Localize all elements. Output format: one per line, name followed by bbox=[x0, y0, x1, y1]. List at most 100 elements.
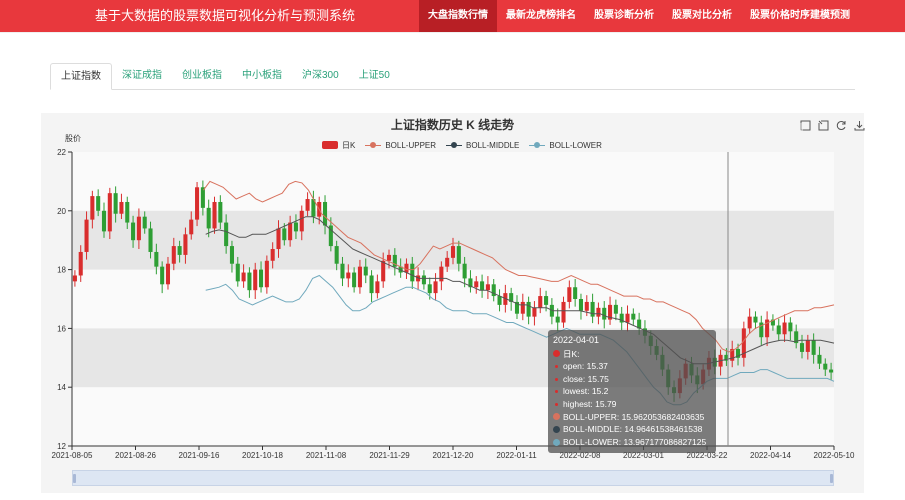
candle-body bbox=[119, 201, 124, 214]
candle-body bbox=[811, 340, 816, 355]
candle-body bbox=[264, 260, 269, 288]
candle-body bbox=[456, 246, 461, 264]
candle-body bbox=[171, 246, 176, 264]
candle-body bbox=[421, 275, 426, 285]
candle-body bbox=[410, 263, 415, 282]
x-tick-label: 2021-08-26 bbox=[115, 451, 156, 460]
y-tick-label: 16 bbox=[57, 324, 66, 333]
candle-body bbox=[381, 260, 386, 282]
candle-body bbox=[305, 199, 310, 211]
candle-body bbox=[229, 246, 234, 264]
tooltip-marker-icon bbox=[553, 350, 560, 358]
tooltip-lower: BOLL-LOWER: 13.967177086827125 bbox=[563, 436, 707, 447]
tooltip-middle-row: BOLL-MIDDLE: 14.96461538461538 bbox=[553, 423, 711, 436]
tooltip-bullet-icon bbox=[555, 390, 558, 394]
candle-body bbox=[829, 369, 834, 373]
candle-body bbox=[288, 222, 293, 241]
tooltip-close-row: close: 15.75 bbox=[553, 373, 711, 386]
candle-body bbox=[247, 272, 252, 291]
candle-body bbox=[788, 322, 793, 332]
tooltip-marker-icon bbox=[553, 413, 560, 421]
tooltip-highest-row: highest: 15.79 bbox=[553, 398, 711, 411]
candle-body bbox=[497, 296, 502, 305]
tooltip-bullet-icon bbox=[555, 377, 558, 381]
candle-body bbox=[596, 307, 601, 317]
tooltip-middle: BOLL-MIDDLE: 14.96461538461538 bbox=[563, 424, 703, 435]
tooltip-date: 2022-04-01 bbox=[553, 335, 600, 345]
candle-body bbox=[485, 284, 490, 291]
tooltip-marker-icon bbox=[553, 425, 560, 433]
candle-body bbox=[189, 219, 194, 235]
candle-body bbox=[276, 228, 281, 250]
candle-body bbox=[165, 263, 171, 285]
plot-background bbox=[72, 152, 834, 446]
candle-body bbox=[625, 313, 630, 323]
y-tick-label: 14 bbox=[57, 383, 66, 392]
candle-body bbox=[753, 316, 758, 323]
tooltip-open: open: 15.37 bbox=[563, 361, 608, 372]
tooltip-lowest-row: lowest: 15.2 bbox=[553, 385, 711, 398]
candle-body bbox=[584, 301, 589, 311]
y-tick-label: 18 bbox=[57, 266, 66, 275]
x-tick-label: 2021-09-16 bbox=[179, 451, 220, 460]
candle-body bbox=[177, 246, 182, 255]
candle-body bbox=[282, 228, 287, 241]
candle-body bbox=[78, 251, 83, 276]
candle-body bbox=[96, 196, 101, 211]
candle-body bbox=[526, 301, 531, 317]
candle-body bbox=[131, 222, 136, 241]
candle-body bbox=[602, 307, 607, 320]
slider-handle-left[interactable] bbox=[73, 474, 76, 483]
candle-body bbox=[346, 272, 351, 279]
candle-body bbox=[450, 246, 456, 258]
candle-body bbox=[631, 313, 636, 320]
tooltip-lowest: lowest: 15.2 bbox=[563, 386, 609, 397]
candle-body bbox=[561, 301, 566, 323]
tooltip-highest: highest: 15.79 bbox=[563, 398, 617, 409]
candle-body bbox=[142, 216, 147, 229]
x-tick-label: 2021-10-18 bbox=[242, 451, 283, 460]
candle-body bbox=[613, 304, 618, 314]
candle-body bbox=[404, 263, 409, 273]
candle-body bbox=[433, 281, 438, 294]
candle-body bbox=[445, 257, 450, 267]
y-tick-label: 22 bbox=[57, 148, 66, 157]
candle-body bbox=[544, 296, 549, 305]
x-tick-label: 2022-05-10 bbox=[814, 451, 855, 460]
candle-body bbox=[555, 316, 560, 323]
x-tick-label: 2021-12-20 bbox=[433, 451, 474, 460]
x-tick-label: 2021-08-05 bbox=[52, 451, 93, 460]
tooltip-marker-icon bbox=[553, 438, 560, 446]
candle-body bbox=[183, 234, 188, 255]
candle-body bbox=[136, 216, 141, 241]
candle-body bbox=[375, 281, 380, 294]
candle-body bbox=[805, 340, 810, 352]
candle-body bbox=[241, 272, 246, 282]
candle-body bbox=[235, 263, 240, 282]
tooltip-open-row: open: 15.37 bbox=[553, 360, 711, 373]
candle-body bbox=[107, 193, 112, 232]
candle-body bbox=[72, 275, 77, 282]
candle-body bbox=[270, 249, 275, 261]
candle-body bbox=[439, 266, 444, 282]
candle-body bbox=[817, 354, 822, 364]
candle-body bbox=[200, 187, 205, 208]
candle-body bbox=[578, 299, 584, 311]
candle-body bbox=[590, 301, 595, 317]
tooltip-close: close: 15.75 bbox=[563, 373, 609, 384]
slider-handle-right[interactable] bbox=[830, 474, 833, 483]
candle-body bbox=[84, 219, 89, 252]
candle-body bbox=[782, 322, 787, 335]
candle-body bbox=[538, 296, 543, 308]
datazoom-slider[interactable] bbox=[72, 470, 834, 486]
candle-body bbox=[427, 284, 432, 294]
y-tick-label: 12 bbox=[57, 442, 66, 451]
candle-body bbox=[160, 266, 165, 285]
candle-body bbox=[90, 196, 95, 220]
candle-body bbox=[776, 325, 781, 335]
candle-body bbox=[567, 287, 572, 302]
candle-body bbox=[259, 269, 264, 288]
candle-body bbox=[113, 193, 118, 214]
candle-body bbox=[322, 201, 328, 226]
tooltip-upper-row: BOLL-UPPER: 15.962053682403635 bbox=[553, 411, 711, 424]
